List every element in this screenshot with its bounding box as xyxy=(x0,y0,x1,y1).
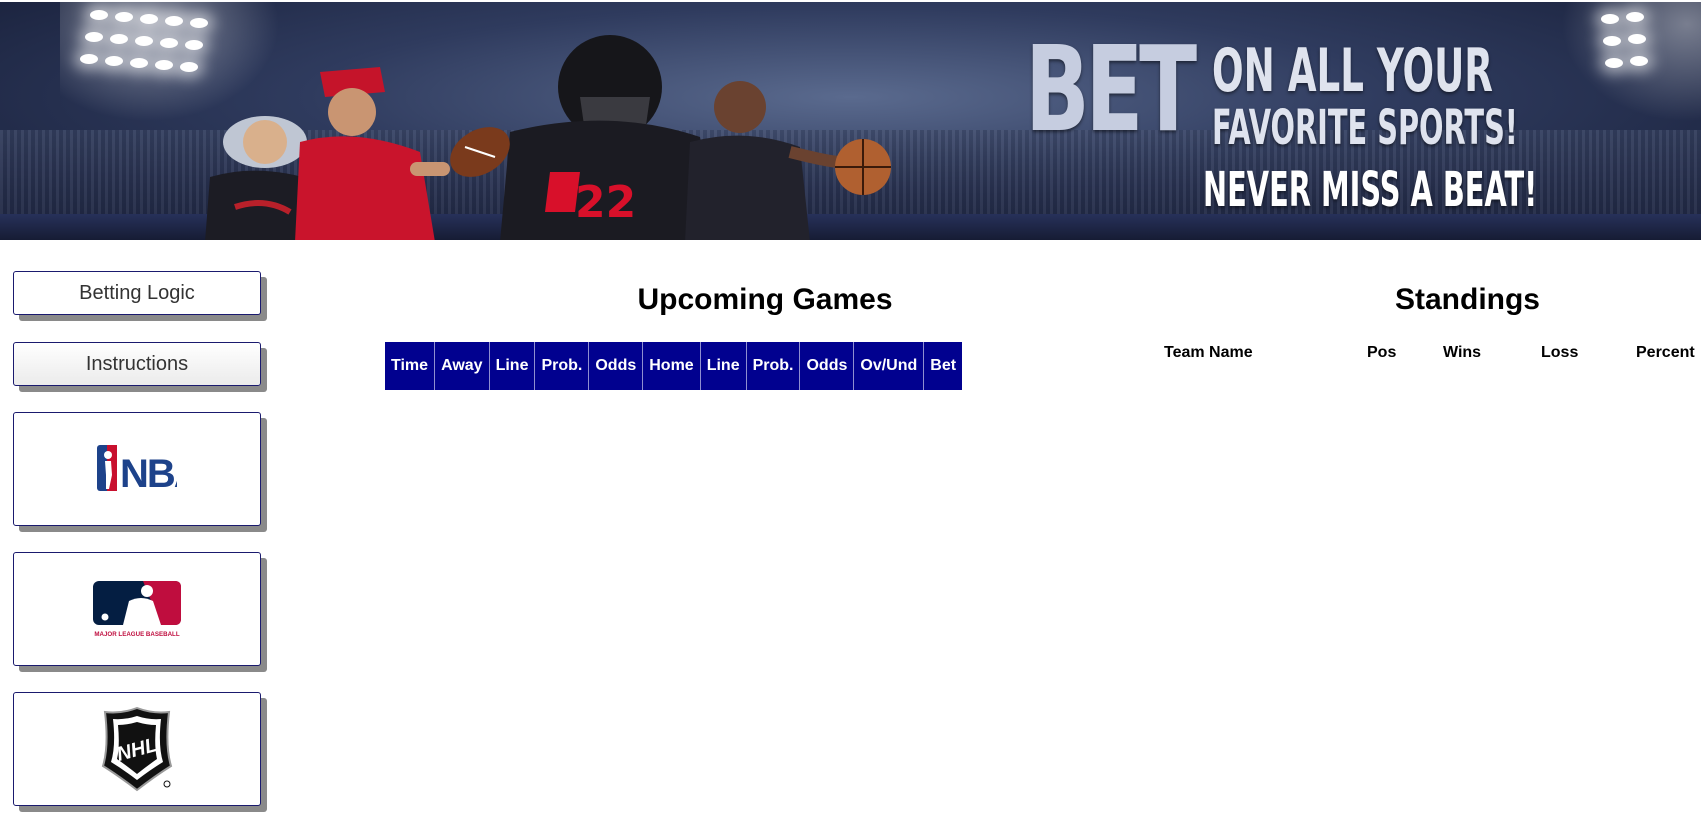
games-col-odds-8[interactable]: Odds xyxy=(800,342,855,390)
tagline-line-3: NEVER MISS A BEAT! xyxy=(1203,162,1538,218)
svg-text:MAJOR LEAGUE BASEBALL: MAJOR LEAGUE BASEBALL xyxy=(94,631,179,638)
nhl-league-button[interactable]: NHL xyxy=(13,692,261,806)
svg-text:22: 22 xyxy=(575,177,636,228)
hero-banner: 22 BET ON ALL YOUR FAVORITE SPORTS! NEVE… xyxy=(0,2,1701,240)
stadium-lights-right xyxy=(1591,2,1701,92)
standings-col-pos[interactable]: Pos xyxy=(1367,344,1396,362)
games-col-line-2[interactable]: Line xyxy=(489,342,536,390)
mlb-logo-icon: MAJOR LEAGUE BASEBALL xyxy=(93,581,181,638)
svg-text:NBA: NBA xyxy=(120,452,177,493)
standings-col-wins[interactable]: Wins xyxy=(1443,344,1481,362)
games-col-bet-10[interactable]: Bet xyxy=(924,342,963,390)
games-col-line-6[interactable]: Line xyxy=(700,342,747,390)
games-col-time-0[interactable]: Time xyxy=(385,342,436,390)
games-col-prob-7[interactable]: Prob. xyxy=(746,342,801,390)
football-player-figure: 22 xyxy=(450,35,720,240)
standings-col-percent[interactable]: Percent xyxy=(1636,344,1695,362)
nba-logo-icon: NBA xyxy=(97,445,177,493)
tagline-bet: BET xyxy=(1025,20,1197,158)
upcoming-games-title: Upcoming Games xyxy=(637,283,893,316)
mlb-league-button[interactable]: MAJOR LEAGUE BASEBALL xyxy=(13,552,261,666)
baseball-player-figure xyxy=(295,67,450,240)
standings-col-team-name[interactable]: Team Name xyxy=(1164,344,1253,362)
betting-logic-button[interactable]: Betting Logic xyxy=(13,271,261,315)
instructions-button[interactable]: Instructions xyxy=(13,342,261,386)
games-col-away-1[interactable]: Away xyxy=(435,342,490,390)
basketball-player-figure xyxy=(685,81,891,240)
standings-col-loss[interactable]: Loss xyxy=(1541,344,1578,362)
banner-tagline: BET ON ALL YOUR FAVORITE SPORTS! NEVER M… xyxy=(1025,30,1545,220)
games-col-ov-und-9[interactable]: Ov/Und xyxy=(854,342,925,390)
upcoming-games-table: Time Away Line Prob. Odds Home Line Prob. Odds Ov… xyxy=(385,342,963,390)
standings-title: Standings xyxy=(1394,283,1540,316)
athletes-illustration: 22 xyxy=(205,35,891,240)
nba-league-button[interactable]: NBA xyxy=(13,412,261,526)
instructions-label: Instructions xyxy=(85,352,189,375)
tagline-line-1: ON ALL YOUR xyxy=(1212,36,1493,106)
games-col-odds-4[interactable]: Odds xyxy=(589,342,644,390)
games-col-prob-3[interactable]: Prob. xyxy=(535,342,590,390)
tagline-line-2: FAVORITE SPORTS! xyxy=(1212,100,1518,156)
games-header-row: Time Away Line Prob. Odds Home Line Prob. Odds Ov… xyxy=(385,342,963,390)
betting-logic-label: Betting Logic xyxy=(79,281,195,304)
games-col-home-5[interactable]: Home xyxy=(643,342,701,390)
nhl-logo-icon: NHL xyxy=(101,706,173,792)
